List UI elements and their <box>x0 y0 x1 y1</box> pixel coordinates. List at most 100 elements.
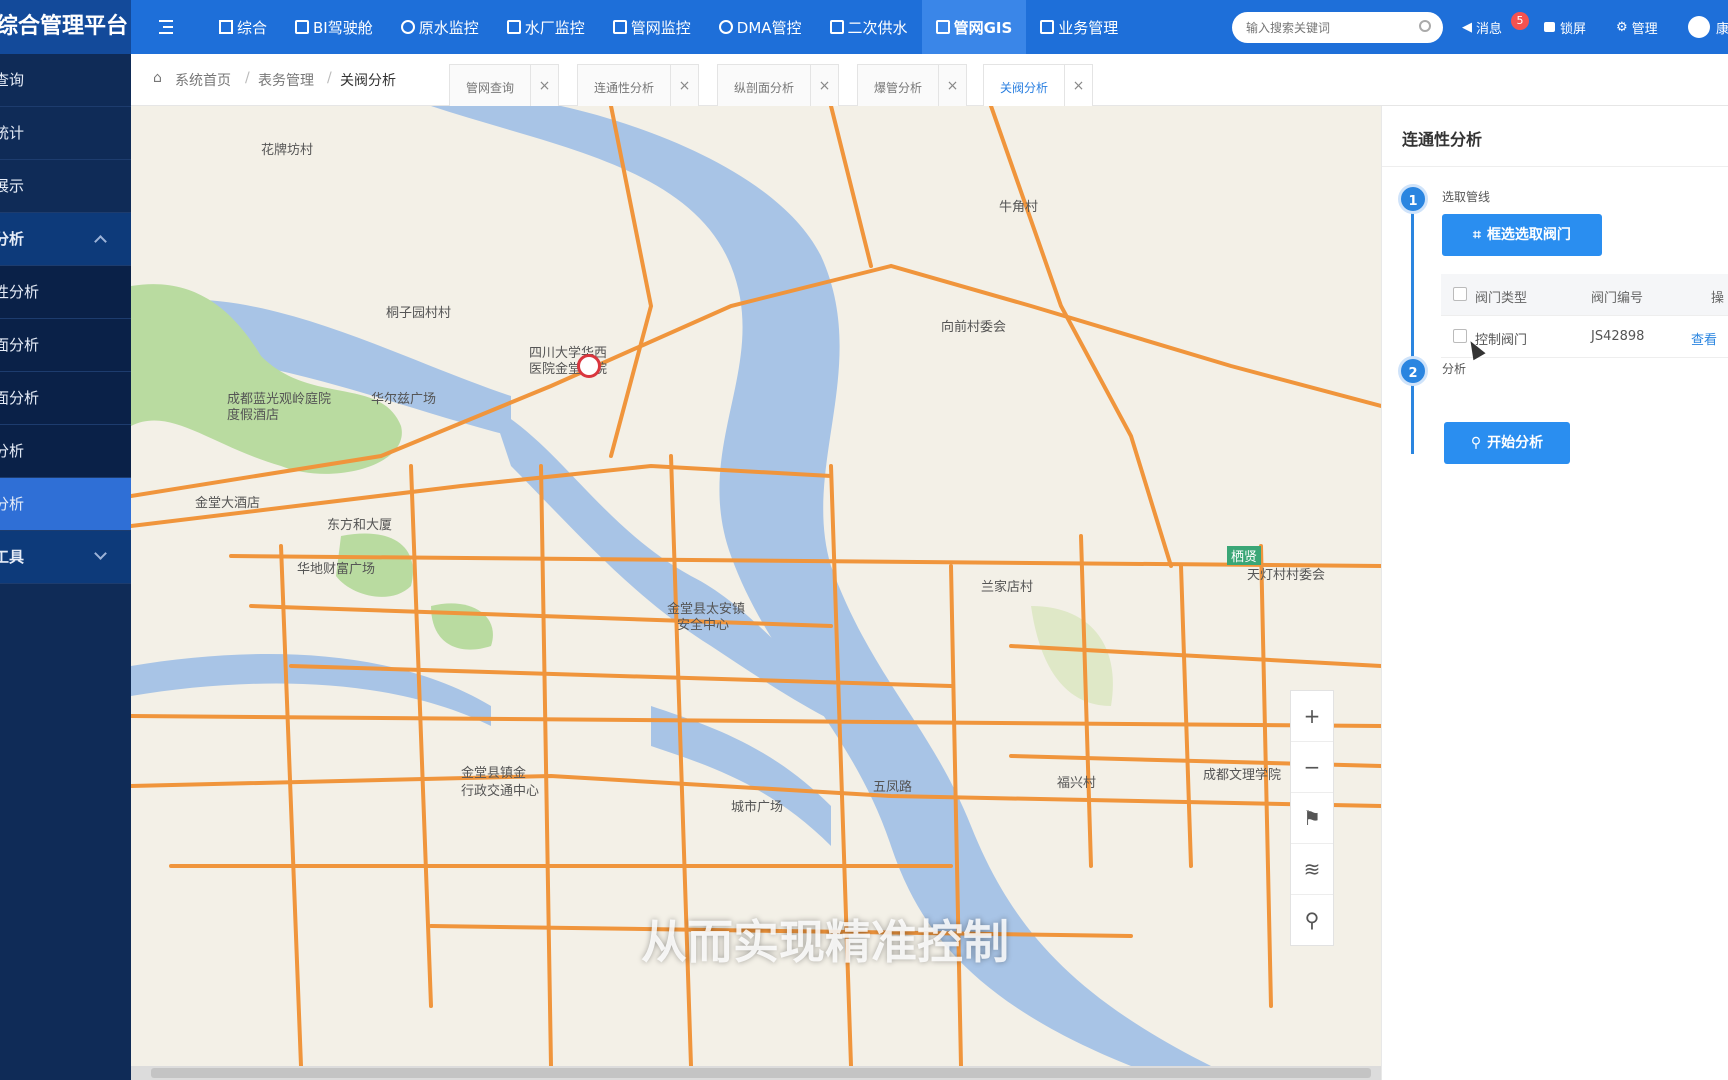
avatar-icon <box>1688 16 1710 38</box>
map-view[interactable]: 花牌坊村 桐子园村村 四川大学华西 医院金堂分院 成都蓝光观岭庭院 度假酒店 华… <box>131 106 1381 1066</box>
location-pin-icon[interactable]: ⚲ <box>1291 895 1333 946</box>
top-navbar: 综合管理平台 综合 BI驾驶舱 原水监控 水厂监控 管网监控 DMA管控 二次供… <box>0 0 1728 54</box>
tab-pipe-query[interactable]: 管网查询 × <box>449 64 559 107</box>
messages-button[interactable]: ◀ 消息 <box>1462 0 1502 54</box>
pie-chart-icon <box>718 20 733 34</box>
building-icon <box>829 20 844 34</box>
sidebar-group-analysis[interactable]: 分析 <box>0 213 131 266</box>
box-select-valve-button[interactable]: ⌗ 框选选取阀门 <box>1442 214 1602 256</box>
valve-type: 控制阀门 <box>1475 333 1528 348</box>
breadcrumb-current: 关阀分析 <box>340 73 396 89</box>
map-label: 安全中心 <box>677 618 730 633</box>
step-connector <box>1411 192 1414 454</box>
tab-valve[interactable]: 关阀分析 × <box>983 64 1093 107</box>
search-icon[interactable] <box>1419 20 1431 32</box>
sidebar-item-connectivity[interactable]: 性分析 <box>0 266 131 319</box>
lock-screen-button[interactable]: 锁屏 <box>1544 0 1586 54</box>
map-label: 城市广场 <box>731 800 784 815</box>
map-label: 牛角村 <box>999 200 1039 215</box>
step-1-label: 选取管线 <box>1442 190 1491 204</box>
map-label: 度假酒店 <box>227 408 280 423</box>
layers-icon[interactable]: ≋ <box>1291 844 1333 895</box>
map-controls: + − ⚑ ≋ ⚲ <box>1290 690 1334 946</box>
search-icon: ⚲ <box>1470 435 1482 451</box>
map-label: 华地财富广场 <box>297 562 376 577</box>
nav-item-plant-monitor[interactable]: 水厂监控 <box>493 0 599 54</box>
plant-icon <box>506 20 521 34</box>
user-menu[interactable]: 康 <box>1688 0 1728 54</box>
analysis-panel: 连通性分析 1 选取管线 ⌗ 框选选取阀门 阀门类型 阀门编号 操 控制阀门 JS… <box>1381 106 1728 1080</box>
gear-icon: ⚙ <box>1616 19 1628 35</box>
map-label: 华尔兹广场 <box>371 392 437 407</box>
video-subtitle: 从而实现精准控制 <box>641 915 1009 969</box>
sidebar-item-query[interactable]: 查询 <box>0 54 131 107</box>
sidebar-item-profile[interactable]: 面分析 <box>0 319 131 372</box>
sidebar-group-tools[interactable]: 工具 <box>0 531 131 584</box>
map-label: 金堂县镇金 <box>461 766 527 781</box>
sidebar-item-display[interactable]: 展示 <box>0 160 131 213</box>
sidebar: 查询 统计 展示 分析 性分析 面分析 面分析 分析 分析 工具 <box>0 54 131 1080</box>
monitor-icon <box>295 20 310 34</box>
tab-burst[interactable]: 爆管分析 × <box>857 64 967 107</box>
home-icon <box>219 20 233 34</box>
column-header: 阀门编号 <box>1591 291 1644 306</box>
water-drop-icon <box>400 20 415 34</box>
step-2-label: 分析 <box>1442 362 1467 376</box>
start-analysis-button[interactable]: ⚲ 开始分析 <box>1444 422 1570 464</box>
map-label: 金堂大酒店 <box>195 496 261 511</box>
search-input[interactable] <box>1246 18 1416 38</box>
pipe-gis-icon <box>935 20 950 34</box>
map-label: 向前村委会 <box>941 320 1007 335</box>
row-checkbox[interactable] <box>1453 329 1467 343</box>
sidebar-item-burst[interactable]: 分析 <box>0 425 131 478</box>
flag-icon[interactable]: ⚑ <box>1291 793 1333 844</box>
tab-profile[interactable]: 纵剖面分析 × <box>717 64 839 107</box>
map-label: 东方和大厦 <box>327 518 393 533</box>
sidebar-item-valve[interactable]: 分析 <box>0 478 131 531</box>
zoom-in-icon[interactable]: + <box>1291 691 1333 742</box>
nav-item-secondary-supply[interactable]: 二次供水 <box>816 0 922 54</box>
sidebar-item-statistics[interactable]: 统计 <box>0 107 131 160</box>
grid-icon <box>612 20 627 34</box>
map-marker-icon[interactable] <box>577 354 601 378</box>
close-icon[interactable]: × <box>938 65 966 107</box>
nav-item-overview[interactable]: 综合 <box>205 0 281 54</box>
nav-item-business[interactable]: 业务管理 <box>1026 0 1132 54</box>
breadcrumb-home[interactable]: 系统首页 <box>175 70 231 90</box>
map-label: 桐子园村村 <box>386 306 452 321</box>
breadcrumb-level2[interactable]: 表务管理 <box>258 70 314 90</box>
manage-button[interactable]: ⚙ 管理 <box>1616 0 1658 54</box>
speaker-icon: ◀ <box>1462 19 1472 35</box>
nav-item-raw-water[interactable]: 原水监控 <box>387 0 493 54</box>
close-icon[interactable]: × <box>1064 65 1092 107</box>
map-label: 兰家店村 <box>981 580 1034 595</box>
step-2-indicator: 2 <box>1398 356 1428 386</box>
divider <box>1382 166 1728 167</box>
chevron-down-icon <box>94 547 107 560</box>
tab-connectivity[interactable]: 连通性分析 × <box>577 64 699 107</box>
map-label: 五凤路 <box>873 780 913 795</box>
nav-item-bi-cockpit[interactable]: BI驾驶舱 <box>281 0 387 54</box>
message-badge: 5 <box>1511 12 1529 30</box>
zoom-out-icon[interactable]: − <box>1291 742 1333 793</box>
column-header: 阀门类型 <box>1475 291 1528 306</box>
main-nav: 综合 BI驾驶舱 原水监控 水厂监控 管网监控 DMA管控 二次供水 管网GIS… <box>205 0 1132 54</box>
view-link[interactable]: 查看 <box>1691 329 1717 348</box>
map-label: 福兴村 <box>1057 776 1097 791</box>
valve-code: JS42898 <box>1591 329 1645 344</box>
nav-item-network-monitor[interactable]: 管网监控 <box>599 0 705 54</box>
nav-item-gis[interactable]: 管网GIS <box>921 0 1027 54</box>
lock-icon <box>1544 22 1555 32</box>
select-all-checkbox[interactable] <box>1453 287 1467 301</box>
menu-toggle-icon[interactable] <box>155 16 177 38</box>
chevron-up-icon <box>94 235 107 248</box>
sidebar-item-section[interactable]: 面分析 <box>0 372 131 425</box>
nav-item-dma[interactable]: DMA管控 <box>705 0 816 54</box>
close-icon[interactable]: × <box>530 65 558 107</box>
close-icon[interactable]: × <box>810 65 838 107</box>
close-icon[interactable]: × <box>670 65 698 107</box>
crop-icon: ⌗ <box>1473 227 1481 243</box>
scrollbar-thumb[interactable] <box>151 1068 1371 1078</box>
map-horizontal-scrollbar[interactable] <box>131 1066 1381 1080</box>
brand-title: 综合管理平台 <box>0 0 131 54</box>
